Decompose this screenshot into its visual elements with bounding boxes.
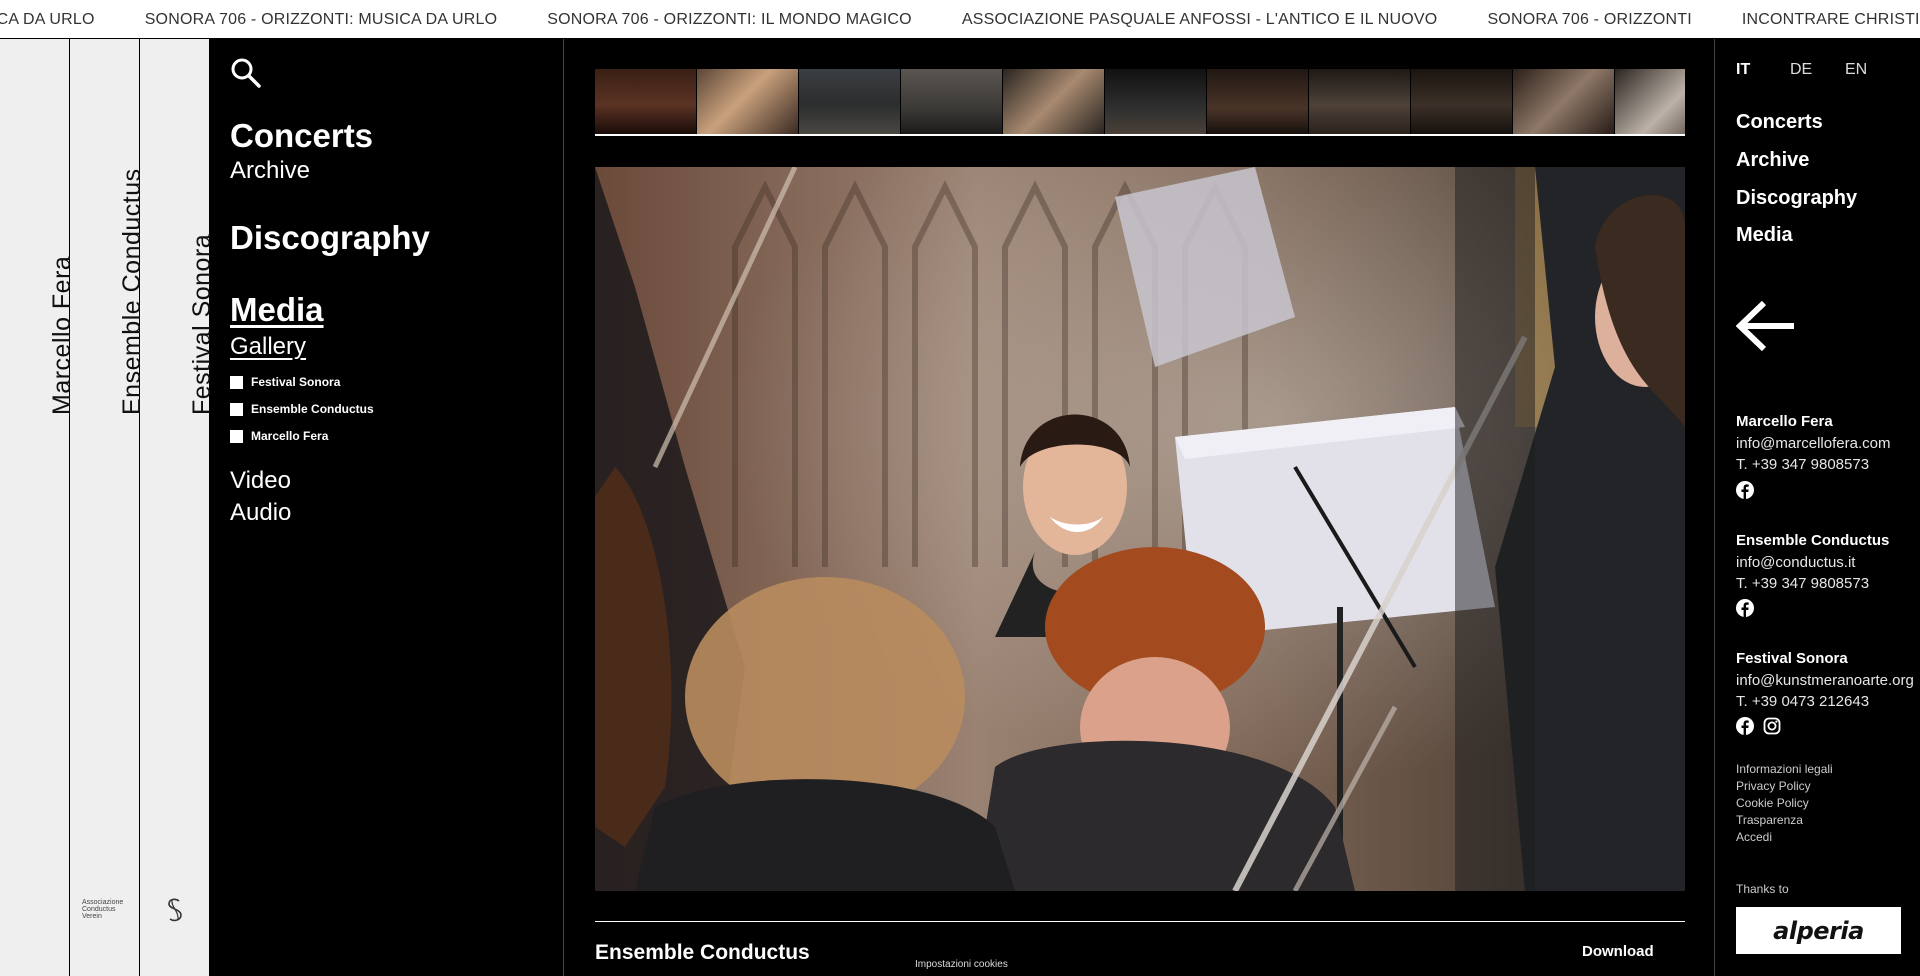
cookie-settings-link[interactable]: Impostazioni cookies bbox=[915, 959, 1008, 970]
ticker-item[interactable]: ICA DA URLO bbox=[0, 11, 95, 29]
image-caption: Ensemble Conductus bbox=[595, 941, 810, 964]
concert-photo bbox=[595, 167, 1685, 891]
ticker-item[interactable]: SONORA 706 - ORIZZONTI bbox=[1487, 11, 1691, 29]
cookie-policy-link[interactable]: Cookie Policy bbox=[1736, 796, 1809, 810]
nav-concerts[interactable]: Concerts bbox=[230, 117, 373, 155]
column-marcello-fera[interactable]: Marcello Fera bbox=[0, 39, 76, 976]
search-icon[interactable] bbox=[230, 57, 262, 89]
gallery-thumbnail[interactable] bbox=[697, 69, 798, 134]
privacy-policy-link[interactable]: Privacy Policy bbox=[1736, 779, 1811, 793]
nav-gallery[interactable]: Gallery bbox=[230, 333, 306, 361]
checkbox[interactable] bbox=[230, 375, 243, 389]
ticker-item[interactable]: INCONTRARE CHRISTIAN MARTINELLI BEGEGNEN… bbox=[1742, 11, 1920, 29]
lang-en[interactable]: EN bbox=[1845, 61, 1867, 79]
facebook-icon[interactable] bbox=[1736, 599, 1754, 617]
gallery-thumbnail[interactable] bbox=[1309, 69, 1410, 134]
gallery-thumbnail[interactable] bbox=[1003, 69, 1104, 134]
filter-festival-sonora[interactable]: Festival Sonora bbox=[230, 375, 340, 389]
lang-it[interactable]: IT bbox=[1736, 61, 1750, 79]
gallery-thumbnail[interactable] bbox=[1615, 69, 1685, 134]
nav-video[interactable]: Video bbox=[230, 467, 291, 495]
contact-phone: T. +39 347 9808573 bbox=[1736, 456, 1870, 473]
sponsor-name: alperia bbox=[1773, 916, 1864, 945]
column-ensemble-conductus[interactable]: Ensemble Conductus Associazione Conductu… bbox=[70, 39, 146, 976]
right-sidebar: IT DE EN Concerts Archive Discography Me… bbox=[1714, 39, 1920, 976]
contact-name: Marcello Fera bbox=[1736, 413, 1833, 430]
gallery-thumbnail[interactable] bbox=[799, 69, 900, 134]
sponsor-logo[interactable]: alperia bbox=[1736, 907, 1901, 954]
gallery-thumbnail[interactable] bbox=[1513, 69, 1614, 134]
nav-media[interactable]: Media bbox=[230, 291, 324, 329]
contact-email[interactable]: info@conductus.it bbox=[1736, 554, 1855, 571]
right-nav-concerts[interactable]: Concerts bbox=[1736, 111, 1823, 134]
checkbox[interactable] bbox=[230, 402, 243, 416]
thanks-label: Thanks to bbox=[1736, 882, 1789, 896]
lang-de[interactable]: DE bbox=[1790, 61, 1812, 79]
facebook-icon[interactable] bbox=[1736, 481, 1754, 499]
facebook-icon[interactable] bbox=[1736, 717, 1754, 735]
instagram-icon[interactable] bbox=[1763, 717, 1781, 735]
gallery-thumbnail[interactable] bbox=[1207, 69, 1308, 134]
gallery-main: Ensemble Conductus Download Impostazioni… bbox=[565, 39, 1714, 976]
right-nav-media[interactable]: Media bbox=[1736, 224, 1793, 247]
main-navigation: Concerts Archive Discography Media Galle… bbox=[210, 39, 564, 976]
column-festival-sonora[interactable]: Festival Sonora bbox=[140, 39, 216, 976]
ticker-item[interactable]: ASSOCIAZIONE PASQUALE ANFOSSI - L'ANTICO… bbox=[962, 11, 1438, 29]
right-nav-archive[interactable]: Archive bbox=[1736, 149, 1809, 172]
contact-email[interactable]: info@marcellofera.com bbox=[1736, 435, 1890, 452]
contact-name: Ensemble Conductus bbox=[1736, 532, 1890, 549]
filter-ensemble-conductus[interactable]: Ensemble Conductus bbox=[230, 402, 374, 416]
filter-marcello-fera[interactable]: Marcello Fera bbox=[230, 429, 328, 443]
ticker-item[interactable]: SONORA 706 - ORIZZONTI: MUSICA DA URLO bbox=[145, 11, 498, 29]
legal-info-link[interactable]: Informazioni legali bbox=[1736, 762, 1833, 776]
right-nav-discography[interactable]: Discography bbox=[1736, 187, 1857, 210]
download-button[interactable]: Download bbox=[1582, 943, 1654, 960]
transparency-link[interactable]: Trasparenza bbox=[1736, 813, 1803, 827]
contact-name: Festival Sonora bbox=[1736, 650, 1848, 667]
gallery-thumbnail[interactable] bbox=[1411, 69, 1512, 134]
nav-archive[interactable]: Archive bbox=[230, 157, 310, 185]
checkbox[interactable] bbox=[230, 429, 243, 443]
gallery-thumbnail[interactable] bbox=[1105, 69, 1206, 134]
news-ticker: ICA DA URLO SONORA 706 - ORIZZONTI: MUSI… bbox=[0, 0, 1920, 39]
thumbnail-strip[interactable] bbox=[595, 69, 1685, 136]
ticker-item[interactable]: SONORA 706 - ORIZZONTI: IL MONDO MAGICO bbox=[547, 11, 912, 29]
gallery-main-image[interactable] bbox=[595, 167, 1685, 891]
caption-divider bbox=[595, 921, 1685, 922]
gallery-thumbnail[interactable] bbox=[901, 69, 1002, 134]
contact-email[interactable]: info@kunstmeranoarte.org bbox=[1736, 672, 1914, 689]
arrow-left-icon[interactable] bbox=[1736, 301, 1796, 351]
nav-audio[interactable]: Audio bbox=[230, 499, 291, 527]
sonora-logo-icon bbox=[168, 898, 182, 922]
association-logo: Associazione Conductus Verein bbox=[82, 899, 124, 920]
nav-discography[interactable]: Discography bbox=[230, 219, 430, 257]
login-link[interactable]: Accedi bbox=[1736, 830, 1772, 844]
contact-phone: T. +39 347 9808573 bbox=[1736, 575, 1870, 592]
contact-phone: T. +39 0473 212643 bbox=[1736, 693, 1870, 710]
gallery-thumbnail[interactable] bbox=[595, 69, 696, 134]
